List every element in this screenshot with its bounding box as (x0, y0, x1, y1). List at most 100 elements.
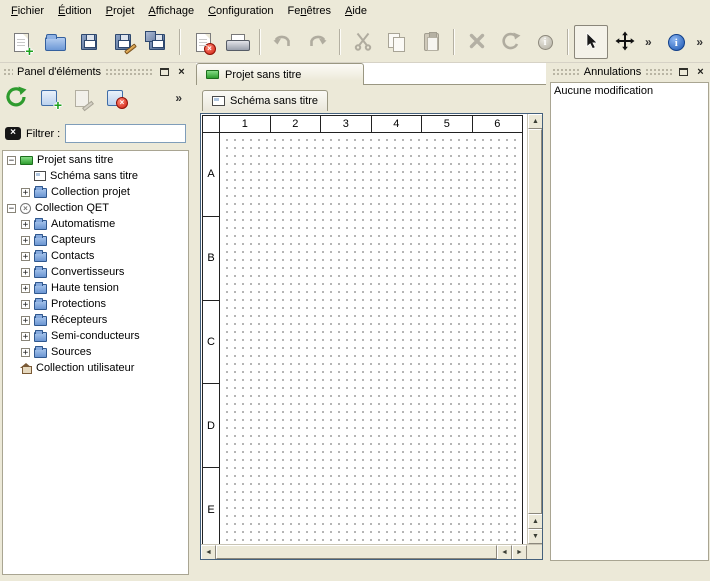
tree-item-label: Sources (51, 346, 91, 358)
expander-minus-icon[interactable]: − (7, 204, 16, 213)
copy-button[interactable] (380, 25, 414, 59)
undo-history-list[interactable]: Aucune modification (550, 82, 709, 561)
scroll-up-button[interactable] (528, 114, 542, 129)
select-tool-button[interactable] (574, 25, 608, 59)
tree-item[interactable]: Collection utilisateur (3, 360, 188, 376)
vertical-scrollbar[interactable] (527, 114, 542, 544)
clear-filter-icon[interactable] (5, 127, 21, 140)
menu-item[interactable]: Projet (99, 0, 142, 22)
tree-item[interactable]: Schéma sans titre (3, 168, 188, 184)
save-button[interactable] (72, 25, 106, 59)
vertical-scroll-thumb[interactable] (528, 129, 542, 514)
toolbar-overflow-button[interactable]: » (642, 35, 655, 49)
menu-item[interactable]: Édition (51, 0, 99, 22)
dock-grip[interactable] (645, 68, 673, 76)
tree-item[interactable]: +Collection projet (3, 184, 188, 200)
help-toolbar-overflow-button[interactable]: » (693, 35, 706, 49)
horizontal-scroll-thumb[interactable] (216, 545, 497, 559)
expander-minus-icon[interactable]: − (7, 156, 16, 165)
tree-item[interactable]: + Sources (3, 344, 188, 360)
dock-grip[interactable] (552, 68, 580, 76)
scroll-left-button[interactable] (201, 545, 216, 560)
tree-item[interactable]: + Contacts (3, 248, 188, 264)
move-tool-button[interactable] (608, 25, 642, 59)
scroll-left-button[interactable] (497, 545, 512, 560)
delete-button[interactable] (460, 25, 494, 59)
reload-collections-button[interactable] (2, 84, 30, 112)
close-document-button[interactable] (186, 25, 220, 59)
tree-item[interactable]: −Collection QET (3, 200, 188, 216)
undo-button[interactable] (266, 25, 300, 59)
dock-grip[interactable] (3, 68, 13, 76)
save-all-button[interactable] (140, 25, 174, 59)
tree-item[interactable]: +Semi-conducteurs (3, 328, 188, 344)
tree-item[interactable]: −Projet sans titre (3, 152, 188, 168)
tab-schema[interactable]: Schéma sans titre (202, 90, 328, 111)
tree-item[interactable]: + Protections (3, 296, 188, 312)
dock-close-button[interactable] (694, 66, 707, 78)
dock-float-button[interactable] (158, 66, 171, 78)
cut-button[interactable] (346, 25, 380, 59)
new-element-button[interactable] (35, 84, 63, 112)
tree-item[interactable]: +Haute tension (3, 280, 188, 296)
scroll-right-button[interactable] (512, 545, 527, 560)
about-button[interactable] (659, 25, 693, 59)
element-tree[interactable]: −Projet sans titreSchéma sans titre+Coll… (2, 150, 189, 575)
filter-input[interactable] (65, 124, 186, 143)
undo-dock-titlebar[interactable]: Annulations (549, 63, 710, 80)
new-document-icon (14, 33, 29, 52)
horizontal-scrollbar[interactable] (201, 545, 527, 559)
new-document-button[interactable] (4, 25, 38, 59)
plus-badge-icon (25, 45, 33, 57)
diagram-column-header: 123456 (220, 116, 522, 133)
tree-item[interactable]: +Automatisme (3, 216, 188, 232)
expander-plus-icon[interactable]: + (21, 348, 30, 357)
copy-icon (388, 33, 407, 51)
tree-item[interactable]: +Récepteurs (3, 312, 188, 328)
save-as-button[interactable] (106, 25, 140, 59)
delete-element-button[interactable] (101, 84, 129, 112)
menu-item[interactable]: Fenêtres (281, 0, 338, 22)
tree-item-label: Contacts (51, 250, 94, 262)
expander-plus-icon[interactable]: + (21, 252, 30, 261)
scroll-up-button[interactable] (528, 514, 542, 529)
diagram-viewport[interactable]: 123456 ABCDE (201, 114, 527, 544)
elements-panel-titlebar[interactable]: Panel d'éléments (0, 63, 191, 80)
tree-item-label: Protections (51, 298, 106, 310)
properties-button[interactable] (528, 25, 562, 59)
scroll-down-button[interactable] (528, 529, 542, 544)
tree-item[interactable]: +Capteurs (3, 232, 188, 248)
expander-plus-icon[interactable]: + (21, 332, 30, 341)
expander-plus-icon[interactable]: + (21, 188, 30, 197)
expander-plus-icon[interactable]: + (21, 316, 30, 325)
expander-plus-icon[interactable]: + (21, 268, 30, 277)
dock-grip[interactable] (105, 68, 154, 76)
expander-plus-icon[interactable]: + (21, 220, 30, 229)
printer-icon (226, 34, 248, 51)
panel-toolbar-overflow-button[interactable]: » (172, 91, 185, 105)
undo-dock: Annulations Aucune modification (549, 63, 710, 581)
toolbar-separator (567, 29, 569, 55)
dock-close-button[interactable] (175, 66, 188, 78)
paste-button[interactable] (414, 25, 448, 59)
application-window: FichierÉditionProjetAffichageConfigurati… (0, 0, 710, 581)
tree-item[interactable]: +Convertisseurs (3, 264, 188, 280)
dock-float-button[interactable] (677, 66, 690, 78)
tab-project[interactable]: Projet sans titre (196, 63, 364, 85)
save-as-floppy-icon (115, 34, 131, 50)
edit-element-button[interactable] (68, 84, 96, 112)
diagram-canvas[interactable] (220, 133, 522, 544)
menu-item[interactable]: Configuration (201, 0, 280, 22)
menu-item[interactable]: Aide (338, 0, 374, 22)
expander-plus-icon[interactable]: + (21, 300, 30, 309)
home-icon (20, 363, 32, 374)
rotate-button[interactable] (494, 25, 528, 59)
plus-badge-icon (54, 99, 62, 111)
open-document-button[interactable] (38, 25, 72, 59)
print-button[interactable] (220, 25, 254, 59)
expander-plus-icon[interactable]: + (21, 236, 30, 245)
menu-item[interactable]: Fichier (4, 0, 51, 22)
menu-item[interactable]: Affichage (141, 0, 201, 22)
expander-plus-icon[interactable]: + (21, 284, 30, 293)
redo-button[interactable] (300, 25, 334, 59)
